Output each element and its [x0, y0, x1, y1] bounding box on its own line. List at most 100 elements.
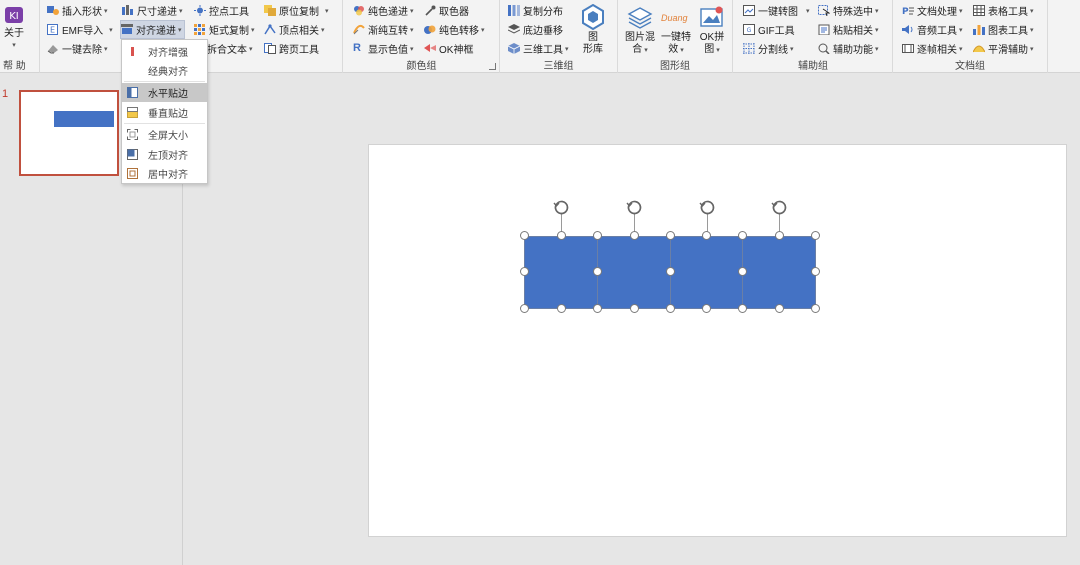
- emf-import-button[interactable]: E EMF导入 ▾: [47, 21, 115, 38]
- color-picker-button[interactable]: 取色器: [424, 2, 471, 19]
- blue-rectangle-1[interactable]: [524, 236, 598, 309]
- chevron-down-icon: ▾: [680, 47, 684, 54]
- size-step-button[interactable]: 尺寸递进 ▾: [122, 2, 185, 19]
- solid-transform-button[interactable]: 纯色转移 ▾: [424, 21, 487, 38]
- split-text-button[interactable]: 拆合文本 ▾: [207, 40, 255, 57]
- blue-rectangle-3[interactable]: [670, 236, 743, 309]
- blue-rectangle-4[interactable]: [742, 236, 816, 309]
- chevron-down-icon: ▾: [875, 45, 879, 53]
- menu-item-horizontal-edge[interactable]: 水平贴边: [122, 83, 207, 102]
- rotate-handle-icon[interactable]: [699, 199, 716, 216]
- slide-thumbnail[interactable]: [19, 90, 119, 176]
- show-color-button[interactable]: R 显示色值 ▾: [353, 40, 416, 57]
- vertex-button[interactable]: 顶点相关 ▾: [264, 21, 327, 38]
- resize-handle[interactable]: [738, 231, 747, 240]
- resize-handle[interactable]: [775, 304, 784, 313]
- chart-tools-button[interactable]: 图表工具 ▾: [973, 21, 1036, 38]
- cursor-select-icon: [818, 5, 831, 17]
- color-group-label: 颜色组: [406, 61, 437, 72]
- resize-handle[interactable]: [775, 231, 784, 240]
- resize-handle[interactable]: [520, 267, 529, 276]
- align-step-button[interactable]: 对齐递进 ▾: [120, 20, 185, 39]
- resize-handle[interactable]: [520, 231, 529, 240]
- ok-puzzle-button[interactable]: OK拼 图 ▾: [698, 4, 726, 57]
- red-bar-icon: [127, 46, 138, 57]
- rotate-handle-icon[interactable]: [771, 199, 788, 216]
- resize-handle[interactable]: [811, 304, 820, 313]
- menu-item-left-top-align[interactable]: 左顶对齐: [122, 145, 207, 164]
- menu-item-classic-align[interactable]: 经典对齐: [122, 61, 207, 80]
- blue-rectangle-2[interactable]: [597, 236, 671, 309]
- menu-item-vertical-edge[interactable]: 垂直贴边: [122, 103, 207, 122]
- speaker-icon: [902, 24, 914, 35]
- rotate-handle-icon[interactable]: [553, 199, 570, 216]
- eyedropper-icon: [424, 5, 436, 16]
- gradient-swap-button[interactable]: 渐纯互转 ▾: [353, 21, 416, 38]
- menu-divider: [124, 123, 205, 124]
- paste-related-button[interactable]: 粘贴相关 ▾: [818, 21, 881, 38]
- to-image-button[interactable]: 一键转图 ▾: [743, 2, 812, 19]
- chevron-down-icon: ▾: [104, 7, 108, 15]
- resize-handle[interactable]: [593, 304, 602, 313]
- duang-label: Duang: [661, 13, 688, 23]
- chevron-down-icon: ▾: [1030, 45, 1034, 53]
- menu-item-fullscreen-size[interactable]: 全屏大小: [122, 125, 207, 144]
- resize-handle[interactable]: [630, 231, 639, 240]
- resize-handle[interactable]: [593, 231, 602, 240]
- palette-icon: [353, 5, 365, 16]
- doc-process-button[interactable]: P 文档处理 ▾: [902, 2, 965, 19]
- cross-page-button[interactable]: 跨页工具: [264, 40, 321, 57]
- three-d-tools-button[interactable]: 三维工具 ▾: [507, 40, 571, 57]
- picture-mix-button[interactable]: 图片混 合 ▾: [625, 4, 655, 57]
- chevron-down-icon: ▾: [790, 45, 794, 53]
- resize-handle[interactable]: [702, 231, 711, 240]
- base-vertical-button[interactable]: 底边垂移: [507, 21, 565, 38]
- about-button[interactable]: KI 关于 ▾: [3, 4, 25, 52]
- resize-handle[interactable]: [738, 304, 747, 313]
- resize-handle[interactable]: [811, 267, 820, 276]
- resize-handle[interactable]: [557, 231, 566, 240]
- center-align-icon: [127, 168, 138, 179]
- smooth-aux-button[interactable]: 平滑辅助 ▾: [972, 40, 1036, 57]
- one-key-effect-button[interactable]: Duang 一键特 效 ▾: [660, 4, 692, 57]
- copy-distribute-button[interactable]: 复制分布: [508, 2, 565, 19]
- special-select-button[interactable]: 特殊选中 ▾: [818, 2, 881, 19]
- aux-function-button[interactable]: 辅助功能 ▾: [818, 40, 881, 57]
- resize-handle[interactable]: [811, 231, 820, 240]
- resize-handle[interactable]: [520, 304, 529, 313]
- resize-handle[interactable]: [666, 304, 675, 313]
- split-line-button[interactable]: 分割线 ▾: [743, 40, 796, 57]
- ok-eyedropper-button[interactable]: OK神框: [424, 40, 475, 57]
- slide-canvas[interactable]: [368, 144, 1067, 537]
- origin-copy-button[interactable]: 原位复制 ▾: [264, 2, 331, 19]
- resize-handle[interactable]: [738, 267, 747, 276]
- matrix-copy-button[interactable]: 矩式复制 ▾: [194, 21, 257, 38]
- table-tools-button[interactable]: 表格工具 ▾: [973, 2, 1036, 19]
- insert-shape-button[interactable]: 插入形状 ▾: [47, 2, 110, 19]
- aux-group-label: 辅助组: [798, 61, 828, 72]
- resize-handle[interactable]: [666, 267, 675, 276]
- resize-handle[interactable]: [593, 267, 602, 276]
- resize-handle[interactable]: [630, 304, 639, 313]
- chevron-down-icon: ▾: [806, 7, 810, 15]
- audio-tools-button[interactable]: 音频工具 ▾: [902, 21, 965, 38]
- control-point-button[interactable]: 控点工具: [194, 2, 251, 19]
- rotate-handle-icon[interactable]: [626, 199, 643, 216]
- vertex-icon: [264, 24, 276, 35]
- menu-item-align-enhance[interactable]: 对齐增强: [122, 42, 207, 61]
- dialog-launcher-icon[interactable]: [489, 63, 496, 70]
- one-key-remove-button[interactable]: 一键去除 ▾: [47, 40, 110, 57]
- about-icon: KI: [4, 4, 24, 26]
- table-icon: [973, 5, 985, 16]
- resize-handle[interactable]: [702, 304, 711, 313]
- solid-step-button[interactable]: 纯色递进 ▾: [353, 2, 416, 19]
- resize-handle[interactable]: [557, 304, 566, 313]
- left-top-align-icon: [127, 149, 138, 160]
- graphic-group-label: 图形组: [660, 61, 690, 72]
- frame-related-button[interactable]: 逐帧相关 ▾: [902, 40, 965, 57]
- menu-item-center-align[interactable]: 居中对齐: [122, 164, 207, 183]
- shape-gallery-button[interactable]: 图 形库: [580, 3, 606, 56]
- chevron-down-icon: ▾: [1030, 26, 1034, 34]
- gif-tool-button[interactable]: G GIF工具: [743, 21, 797, 38]
- resize-handle[interactable]: [666, 231, 675, 240]
